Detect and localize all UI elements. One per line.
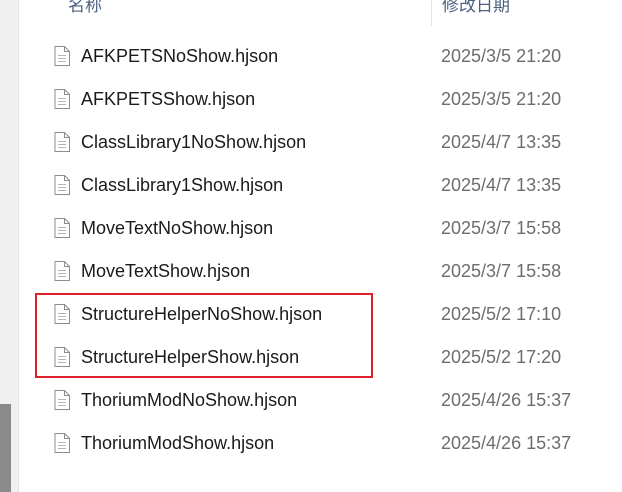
file-row[interactable]: MoveTextNoShow.hjson 2025/3/7 15:58 — [18, 207, 622, 250]
file-row[interactable]: ThoriumModNoShow.hjson 2025/4/26 15:37 — [18, 379, 622, 422]
document-icon — [54, 218, 70, 238]
file-date-modified: 2025/3/7 15:58 — [441, 261, 562, 281]
file-name: ThoriumModNoShow.hjson — [81, 390, 298, 410]
file-name: ThoriumModShow.hjson — [81, 433, 275, 453]
file-date-modified: 2025/3/5 21:20 — [441, 89, 562, 109]
file-row[interactable]: ClassLibrary1Show.hjson 2025/4/7 13:35 — [18, 164, 622, 207]
file-row[interactable]: AFKPETSNoShow.hjson 2025/3/5 21:20 — [18, 35, 622, 78]
file-date-modified: 2025/4/26 15:37 — [441, 433, 572, 453]
file-date-modified: 2025/4/26 15:37 — [441, 390, 572, 410]
file-name: AFKPETSNoShow.hjson — [81, 46, 279, 66]
highlight-annotation-box — [35, 293, 373, 378]
column-header-name[interactable]: 名称 — [68, 0, 102, 18]
file-name: MoveTextShow.hjson — [81, 261, 251, 281]
document-icon — [54, 175, 70, 195]
file-date-modified: 2025/3/5 21:20 — [441, 46, 562, 66]
document-icon — [54, 132, 70, 152]
column-header-row: 名称 修改日期 — [18, 0, 622, 26]
file-date-modified: 2025/3/7 15:58 — [441, 218, 562, 238]
file-row[interactable]: MoveTextShow.hjson 2025/3/7 15:58 — [18, 250, 622, 293]
file-name: AFKPETSShow.hjson — [81, 89, 256, 109]
file-row[interactable]: AFKPETSShow.hjson 2025/3/5 21:20 — [18, 78, 622, 121]
file-row[interactable]: ClassLibrary1NoShow.hjson 2025/4/7 13:35 — [18, 121, 622, 164]
file-name: MoveTextNoShow.hjson — [81, 218, 274, 238]
scrollbar-thumb[interactable] — [0, 404, 11, 492]
file-date-modified: 2025/5/2 17:20 — [441, 347, 562, 367]
column-header-date-modified[interactable]: 修改日期 — [442, 0, 510, 18]
navigation-pane-edge — [0, 0, 19, 492]
document-icon — [54, 46, 70, 66]
file-list: AFKPETSNoShow.hjson 2025/3/5 21:20 AFKPE… — [18, 35, 622, 465]
file-name: ClassLibrary1NoShow.hjson — [81, 132, 307, 152]
column-divider[interactable] — [431, 0, 432, 26]
file-row[interactable]: ThoriumModShow.hjson 2025/4/26 15:37 — [18, 422, 622, 465]
file-name: ClassLibrary1Show.hjson — [81, 175, 284, 195]
file-date-modified: 2025/5/2 17:10 — [441, 304, 562, 324]
document-icon — [54, 261, 70, 281]
document-icon — [54, 433, 70, 453]
document-icon — [54, 390, 70, 410]
file-date-modified: 2025/4/7 13:35 — [441, 132, 562, 152]
file-date-modified: 2025/4/7 13:35 — [441, 175, 562, 195]
document-icon — [54, 89, 70, 109]
